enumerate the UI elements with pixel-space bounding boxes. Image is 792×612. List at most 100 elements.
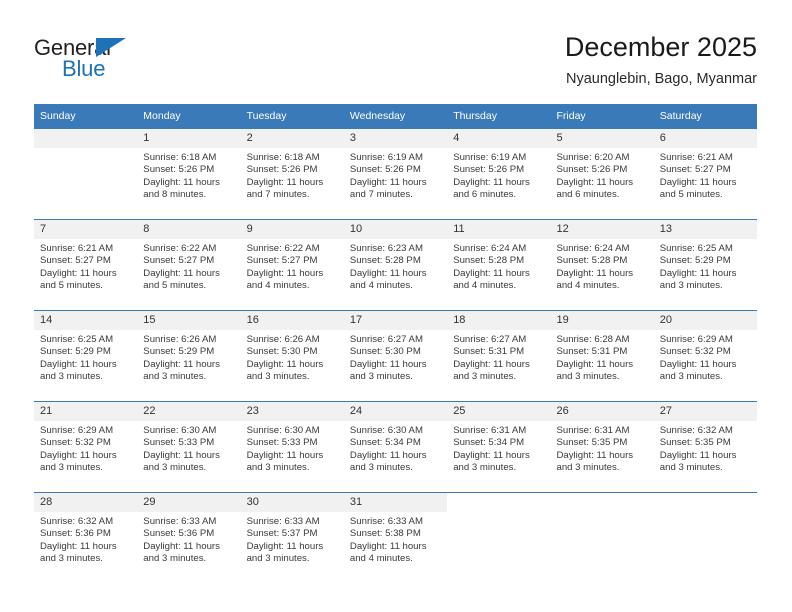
sunset-text: Sunset: 5:31 PM xyxy=(453,346,525,358)
daylight-text-line1: Daylight: 11 hours xyxy=(143,449,220,461)
daylight-text-line1: Daylight: 11 hours xyxy=(40,449,117,461)
sunrise-text: Sunrise: 6:22 AM xyxy=(246,243,320,254)
calendar-day-cell[interactable]: 31 Sunrise: 6:33 AM Sunset: 5:38 PM Dayligh… xyxy=(343,492,448,583)
daylight-text-line1: Daylight: 11 hours xyxy=(659,358,737,370)
day-sun-info: Sunrise: 6:29 AM Sunset: 5:32 PM Daylight:… xyxy=(34,421,137,475)
day-number: 8 xyxy=(137,220,241,239)
calendar-day-cell[interactable]: 6 Sunrise: 6:21 AM Sunset: 5:27 PM Daylight… xyxy=(653,128,758,220)
calendar-day-cell[interactable]: 2 Sunrise: 6:18 AM Sunset: 5:26 PM Daylight… xyxy=(240,128,344,220)
day-sun-info: Sunrise: 6:33 AM Sunset: 5:38 PM Daylight:… xyxy=(344,512,447,566)
daylight-text-line1: Daylight: 11 hours xyxy=(143,358,220,370)
day-sun-info: Sunrise: 6:27 AM Sunset: 5:31 PM Daylight:… xyxy=(447,330,550,384)
calendar-day-cell[interactable]: 18 Sunrise: 6:27 AM Sunset: 5:31 PM Dayligh… xyxy=(447,310,551,402)
daylight-text-line2: and 6 minutes. xyxy=(556,189,620,201)
day-sun-info: Sunrise: 6:18 AM Sunset: 5:26 PM Daylight:… xyxy=(137,148,240,202)
day-number: 1 xyxy=(137,129,241,148)
sunset-text: Sunset: 5:28 PM xyxy=(453,255,525,267)
calendar-day-cell[interactable]: 10 Sunrise: 6:23 AM Sunset: 5:28 PM Dayligh… xyxy=(343,219,448,311)
calendar-day-cell[interactable]: 30 Sunrise: 6:33 AM Sunset: 5:37 PM Dayligh… xyxy=(240,492,344,583)
sunrise-text: Sunrise: 6:20 AM xyxy=(556,152,630,163)
daylight-text-line1: Daylight: 11 hours xyxy=(246,176,324,188)
calendar-day-cell[interactable]: 17 Sunrise: 6:27 AM Sunset: 5:30 PM Dayligh… xyxy=(343,310,448,402)
daylight-text-line2: and 4 minutes. xyxy=(453,280,517,292)
sunset-text: Sunset: 5:27 PM xyxy=(246,255,318,267)
sunrise-text: Sunrise: 6:24 AM xyxy=(556,243,630,254)
daylight-text-line1: Daylight: 11 hours xyxy=(453,176,530,188)
sunset-text: Sunset: 5:36 PM xyxy=(143,528,215,540)
day-sun-info: Sunrise: 6:21 AM Sunset: 5:27 PM Daylight:… xyxy=(654,148,757,202)
day-number: 2 xyxy=(240,129,344,148)
calendar-day-cell[interactable]: 23 Sunrise: 6:30 AM Sunset: 5:33 PM Dayligh… xyxy=(240,401,344,493)
sunset-text: Sunset: 5:31 PM xyxy=(556,346,628,358)
calendar-day-cell[interactable]: 16 Sunrise: 6:26 AM Sunset: 5:30 PM Dayligh… xyxy=(240,310,344,402)
day-sun-info: Sunrise: 6:29 AM Sunset: 5:32 PM Daylight:… xyxy=(654,330,757,384)
day-sun-info: Sunrise: 6:26 AM Sunset: 5:29 PM Daylight:… xyxy=(137,330,240,384)
day-number: 24 xyxy=(343,402,448,421)
day-number: 7 xyxy=(34,220,138,239)
calendar-day-cell[interactable]: 21 Sunrise: 6:29 AM Sunset: 5:32 PM Dayligh… xyxy=(34,401,138,493)
daylight-text-line1: Daylight: 11 hours xyxy=(556,358,634,370)
calendar-day-cell[interactable]: 9 Sunrise: 6:22 AM Sunset: 5:27 PM Daylight… xyxy=(240,219,344,311)
daylight-text-line2: and 5 minutes. xyxy=(40,280,103,292)
daylight-text-line1: Daylight: 11 hours xyxy=(349,358,427,370)
day-number: 22 xyxy=(137,402,241,421)
day-number: 30 xyxy=(240,493,344,512)
sunrise-text: Sunrise: 6:32 AM xyxy=(40,516,114,527)
calendar-day-cell[interactable]: 15 Sunrise: 6:26 AM Sunset: 5:29 PM Dayligh… xyxy=(137,310,241,402)
day-sun-info: Sunrise: 6:20 AM Sunset: 5:26 PM Daylight:… xyxy=(550,148,653,202)
sunset-text: Sunset: 5:27 PM xyxy=(143,255,215,267)
calendar-day-cell[interactable]: 13 Sunrise: 6:25 AM Sunset: 5:29 PM Dayligh… xyxy=(653,219,758,311)
daylight-text-line2: and 3 minutes. xyxy=(659,462,723,474)
sunset-text: Sunset: 5:28 PM xyxy=(556,255,628,267)
calendar-day-cell[interactable]: 8 Sunrise: 6:22 AM Sunset: 5:27 PM Daylight… xyxy=(137,219,241,311)
calendar-day-cell[interactable]: 11 Sunrise: 6:24 AM Sunset: 5:28 PM Dayligh… xyxy=(447,219,551,311)
calendar-day-cell[interactable]: 19 Sunrise: 6:28 AM Sunset: 5:31 PM Dayligh… xyxy=(550,310,654,402)
calendar-day-cell[interactable]: 4 Sunrise: 6:19 AM Sunset: 5:26 PM Daylight… xyxy=(447,128,551,220)
sunrise-text: Sunrise: 6:18 AM xyxy=(246,152,320,163)
calendar-week-row: 7 Sunrise: 6:21 AM Sunset: 5:27 PM Daylight… xyxy=(34,219,758,311)
calendar-day-cell[interactable]: 25 Sunrise: 6:31 AM Sunset: 5:34 PM Dayligh… xyxy=(447,401,551,493)
day-number: 28 xyxy=(34,493,138,512)
day-sun-info: Sunrise: 6:19 AM Sunset: 5:26 PM Daylight:… xyxy=(344,148,447,202)
sunrise-text: Sunrise: 6:31 AM xyxy=(556,425,630,436)
calendar-day-cell[interactable]: 5 Sunrise: 6:20 AM Sunset: 5:26 PM Daylight… xyxy=(550,128,654,220)
weekday-header-row: Sunday Monday Tuesday Wednesday Thursday… xyxy=(34,104,758,129)
daylight-text-line1: Daylight: 11 hours xyxy=(659,176,737,188)
calendar-day-cell[interactable]: 28 Sunrise: 6:32 AM Sunset: 5:36 PM Dayligh… xyxy=(34,492,138,583)
calendar-day-cell-empty xyxy=(653,492,758,583)
daylight-text-line2: and 3 minutes. xyxy=(453,371,517,383)
daylight-text-line1: Daylight: 11 hours xyxy=(349,540,427,552)
daylight-text-line2: and 3 minutes. xyxy=(246,462,310,474)
logo-triangle-icon xyxy=(96,38,126,57)
calendar-page: General Blue December 2025 Nyaunglebin, … xyxy=(0,0,792,612)
day-number: 25 xyxy=(447,402,551,421)
calendar-day-cell[interactable]: 7 Sunrise: 6:21 AM Sunset: 5:27 PM Daylight… xyxy=(34,219,138,311)
day-number: 26 xyxy=(550,402,654,421)
weekday-header-thursday: Thursday xyxy=(447,104,551,129)
calendar-day-cell[interactable]: 14 Sunrise: 6:25 AM Sunset: 5:29 PM Dayligh… xyxy=(34,310,138,402)
daylight-text-line1: Daylight: 11 hours xyxy=(556,176,634,188)
day-number: 21 xyxy=(34,402,138,421)
calendar-day-cell[interactable]: 29 Sunrise: 6:33 AM Sunset: 5:36 PM Dayligh… xyxy=(137,492,241,583)
calendar-day-cell[interactable]: 26 Sunrise: 6:31 AM Sunset: 5:35 PM Dayligh… xyxy=(550,401,654,493)
day-number: 3 xyxy=(343,129,448,148)
calendar-day-cell[interactable]: 20 Sunrise: 6:29 AM Sunset: 5:32 PM Dayligh… xyxy=(653,310,758,402)
calendar-day-cell[interactable]: 12 Sunrise: 6:24 AM Sunset: 5:28 PM Dayligh… xyxy=(550,219,654,311)
calendar-day-cell[interactable]: 24 Sunrise: 6:30 AM Sunset: 5:34 PM Dayligh… xyxy=(343,401,448,493)
page-header: General Blue December 2025 Nyaunglebin, … xyxy=(0,0,792,98)
day-sun-info: Sunrise: 6:32 AM Sunset: 5:36 PM Daylight:… xyxy=(34,512,137,566)
general-blue-logo[interactable]: General Blue xyxy=(34,36,264,84)
day-sun-info: Sunrise: 6:30 AM Sunset: 5:33 PM Daylight:… xyxy=(241,421,344,475)
day-sun-info: Sunrise: 6:33 AM Sunset: 5:37 PM Daylight:… xyxy=(241,512,344,566)
day-number: 20 xyxy=(653,311,758,330)
calendar-day-cell[interactable]: 3 Sunrise: 6:19 AM Sunset: 5:26 PM Daylight… xyxy=(343,128,448,220)
calendar-day-cell[interactable]: 1 Sunrise: 6:18 AM Sunset: 5:26 PM Daylight… xyxy=(137,128,241,220)
day-sun-info: Sunrise: 6:27 AM Sunset: 5:30 PM Daylight:… xyxy=(344,330,447,384)
sunset-text: Sunset: 5:37 PM xyxy=(246,528,318,540)
daylight-text-line2: and 3 minutes. xyxy=(659,280,723,292)
day-number: 4 xyxy=(447,129,551,148)
page-title: December 2025 xyxy=(564,32,757,62)
day-number: 12 xyxy=(550,220,654,239)
calendar-day-cell[interactable]: 27 Sunrise: 6:32 AM Sunset: 5:35 PM Dayligh… xyxy=(653,401,758,493)
calendar-day-cell[interactable]: 22 Sunrise: 6:30 AM Sunset: 5:33 PM Dayligh… xyxy=(137,401,241,493)
